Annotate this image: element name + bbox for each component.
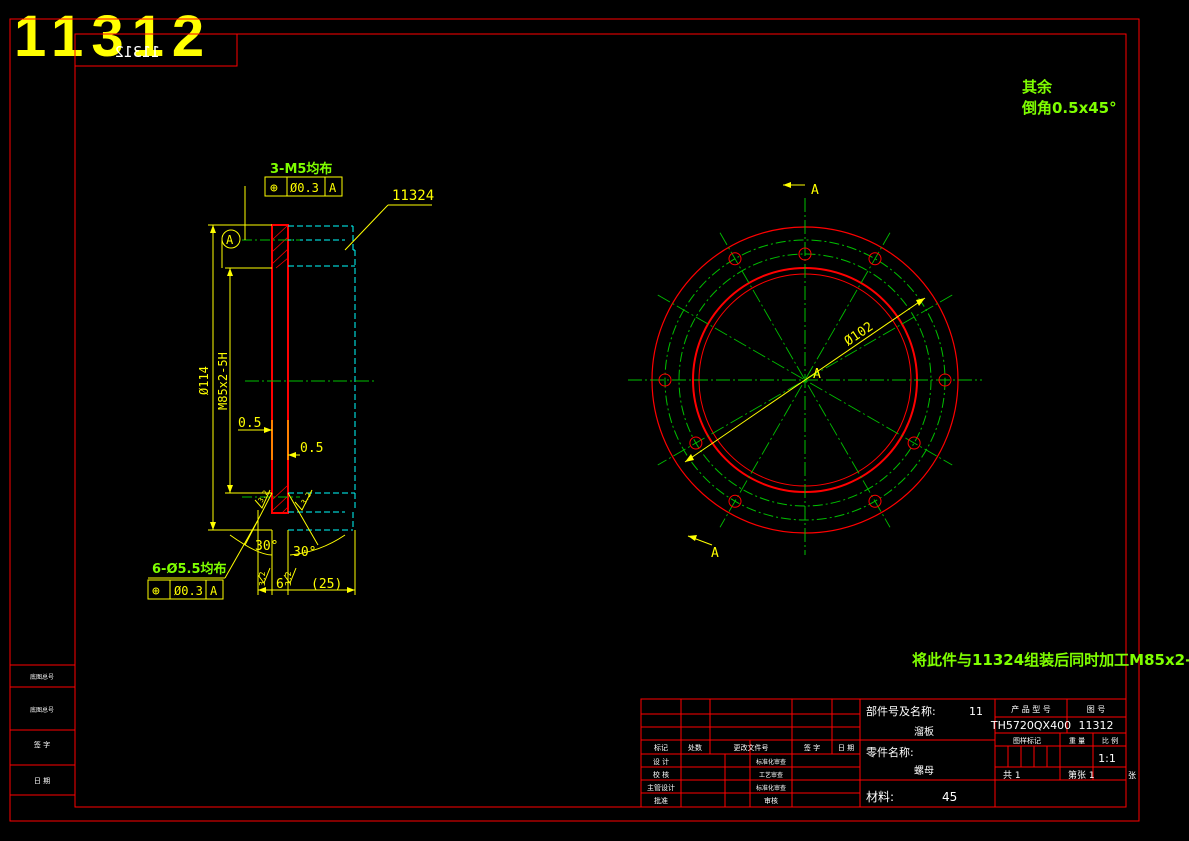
width-25-label: (25) [311,577,342,592]
stamp-label-3: 签 字 [34,740,50,749]
thread-tol-symbol: ⊕ [270,181,278,196]
sheets-total: 共 1 [1003,770,1021,781]
angle-left: 30° [255,539,278,554]
engineering-drawing: 11312 底图总号 底图总号 签 字 日 期 其余 倒角0.5x45° 将此件… [9,18,1189,822]
roughness-4: 3.2 [284,571,293,586]
component-name: 溜板 [914,725,934,738]
thread-tol-datum: A [329,181,337,195]
dim-half-left: 0.5 [238,416,261,431]
roughness-3: 3.2 [258,571,267,586]
sign-row-4-label: 批准 [654,796,668,805]
section-view [147,176,432,600]
outer-border [9,18,1140,822]
col-mark: 标记 [654,743,668,752]
col-date: 日 期 [838,744,854,752]
sheet-no: 第张 1 [1068,769,1095,781]
scale-value: 1:1 [1098,752,1116,765]
note-chamfer: 倒角0.5x45° [1021,99,1117,117]
sign-row-4-right: 审核 [764,796,778,805]
material-value: 45 [942,790,957,804]
sign-row-2-label: 校 核 [653,770,669,779]
sheet-suffix: 张 [1128,771,1136,780]
stamp-label-4: 日 期 [34,777,50,785]
sign-row-2-right: 工艺审查 [759,771,783,779]
note-assembly: 将此件与11324组装后同时加工M85x2-5H [912,651,1189,669]
sign-row-3-label: 主管设计 [647,783,675,792]
part-label: 零件名称: [866,745,914,759]
hole-tol-datum: A [210,584,218,598]
scale-label: 比 例 [1102,736,1118,745]
pcd-label: Ø102 [842,319,876,349]
product-model-label: 产 品 型 号 [1011,704,1051,714]
stage-label: 图样标记 [1013,736,1041,745]
thread-holes-label: 3-M5均布 [270,161,332,177]
component-no: 11 [969,705,983,718]
front-view [628,182,982,555]
mirrored-number: 11312 [115,43,160,61]
left-stamp-boxes [9,664,76,796]
weight-label: 重 量 [1069,737,1085,745]
inner-border [74,33,1127,808]
sign-row-1-label: 设 计 [653,757,669,766]
width-6-label: 6 [276,577,284,592]
component-label: 部件号及名称: [866,704,936,718]
center-label: A [813,367,821,382]
col-sign: 签 字 [804,743,820,752]
sign-row-1-right: 标准化审查 [756,758,786,766]
stamp-label-1: 底图总号 [30,673,54,681]
datum-a-label: A [226,233,234,247]
angle-right: 30° [293,545,316,560]
note-remaining-finish: 其余 [1022,78,1053,96]
dim-half-right: 0.5 [300,441,323,456]
material-label: 材料: [866,790,894,804]
part-name: 螺母 [914,765,934,777]
drawing-no: 11312 [1079,719,1114,732]
section-mark-bottom: A [711,546,719,561]
stamp-label-2: 底图总号 [30,706,54,714]
sign-row-3-right: 标准化审查 [756,784,786,792]
section-mark-top: A [811,183,819,198]
product-model: TH5720QX400 [990,719,1071,732]
col-count: 处数 [688,743,702,752]
hole-tol-value: Ø0.3 [174,584,203,598]
hole-tol-symbol: ⊕ [152,584,160,599]
col-change-doc: 更改文件号 [734,743,769,752]
mating-part-label: 11324 [392,188,434,204]
hole-pattern-label: 6-Ø5.5均布 [152,561,227,577]
drawing-no-label: 图 号 [1087,705,1106,714]
thread-label: M85x2-5H [216,352,230,410]
thread-tol-value: Ø0.3 [290,181,319,195]
dia-outer-label: Ø114 [197,366,211,395]
